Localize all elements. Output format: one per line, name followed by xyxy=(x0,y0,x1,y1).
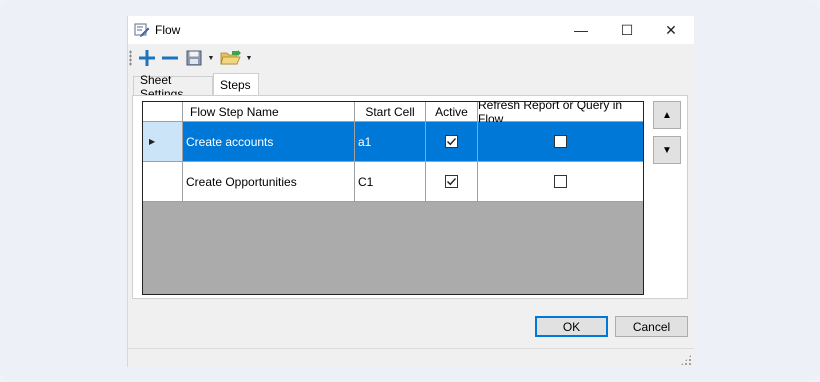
refresh-checkbox[interactable] xyxy=(554,135,567,148)
column-header-start-cell[interactable]: Start Cell xyxy=(355,102,426,122)
folder-open-icon xyxy=(220,50,241,65)
status-divider xyxy=(128,348,694,349)
close-icon: ✕ xyxy=(665,21,677,38)
refresh-cell[interactable] xyxy=(478,122,643,162)
flow-step-name-cell[interactable]: Create Opportunities xyxy=(183,162,355,202)
table-row[interactable]: ▶ Create accounts a1 xyxy=(143,122,643,162)
active-cell[interactable] xyxy=(426,122,478,162)
checkmark-icon xyxy=(447,138,457,146)
remove-step-button[interactable] xyxy=(159,47,181,69)
active-checkbox[interactable] xyxy=(445,135,458,148)
checkmark-icon xyxy=(447,178,457,186)
save-button[interactable] xyxy=(183,47,205,69)
flow-dialog: Flow — ☐ ✕ ▼ ▼ Sheet Settings Steps Flow… xyxy=(127,16,694,367)
triangle-down-icon: ▼ xyxy=(662,144,672,156)
save-dropdown-arrow-icon[interactable]: ▼ xyxy=(206,47,216,69)
move-up-button[interactable]: ▲ xyxy=(653,101,681,129)
tab-sheet-settings[interactable]: Sheet Settings xyxy=(133,73,213,101)
maximize-icon: ☐ xyxy=(620,21,634,38)
open-dropdown-arrow-icon[interactable]: ▼ xyxy=(244,47,254,69)
plus-icon xyxy=(139,50,155,66)
tab-steps[interactable]: Steps xyxy=(213,73,259,96)
add-step-button[interactable] xyxy=(136,47,158,69)
grid-corner-cell[interactable] xyxy=(143,102,183,122)
start-cell-cell[interactable]: C1 xyxy=(355,162,426,202)
steps-grid: Flow Step Name Start Cell Active Refresh… xyxy=(142,101,644,295)
toolbar-grip-icon[interactable] xyxy=(129,50,132,66)
grid-header-row: Flow Step Name Start Cell Active Refresh… xyxy=(143,102,643,126)
resize-grip-icon[interactable] xyxy=(680,354,692,366)
minimize-icon: — xyxy=(574,22,588,38)
close-button[interactable]: ✕ xyxy=(648,16,694,44)
table-row[interactable]: Create Opportunities C1 xyxy=(143,162,643,202)
column-header-refresh[interactable]: Refresh Report or Query in Flow xyxy=(478,102,643,126)
minus-icon xyxy=(162,56,178,60)
triangle-up-icon: ▲ xyxy=(662,109,672,121)
current-row-arrow-icon: ▶ xyxy=(149,137,156,146)
save-icon xyxy=(186,50,202,66)
minimize-button[interactable]: — xyxy=(558,16,604,44)
active-checkbox[interactable] xyxy=(445,175,458,188)
refresh-cell[interactable] xyxy=(478,162,643,202)
maximize-button[interactable]: ☐ xyxy=(604,16,650,44)
steps-tab-panel: Flow Step Name Start Cell Active Refresh… xyxy=(132,95,688,299)
cancel-button[interactable]: Cancel xyxy=(615,316,688,337)
window-title: Flow xyxy=(155,23,181,37)
app-edit-icon xyxy=(134,22,150,38)
refresh-checkbox[interactable] xyxy=(554,175,567,188)
start-cell-cell[interactable]: a1 xyxy=(355,122,426,162)
move-down-button[interactable]: ▼ xyxy=(653,136,681,164)
flow-step-name-cell[interactable]: Create accounts xyxy=(183,122,355,162)
open-button[interactable] xyxy=(219,47,243,69)
title-bar: Flow — ☐ ✕ xyxy=(128,16,694,44)
row-header[interactable] xyxy=(143,162,183,202)
column-header-flow-step-name[interactable]: Flow Step Name xyxy=(183,102,355,122)
row-header[interactable]: ▶ xyxy=(143,122,183,162)
ok-button[interactable]: OK xyxy=(535,316,608,337)
toolbar: ▼ ▼ xyxy=(128,44,694,72)
column-header-active[interactable]: Active xyxy=(426,102,478,122)
active-cell[interactable] xyxy=(426,162,478,202)
